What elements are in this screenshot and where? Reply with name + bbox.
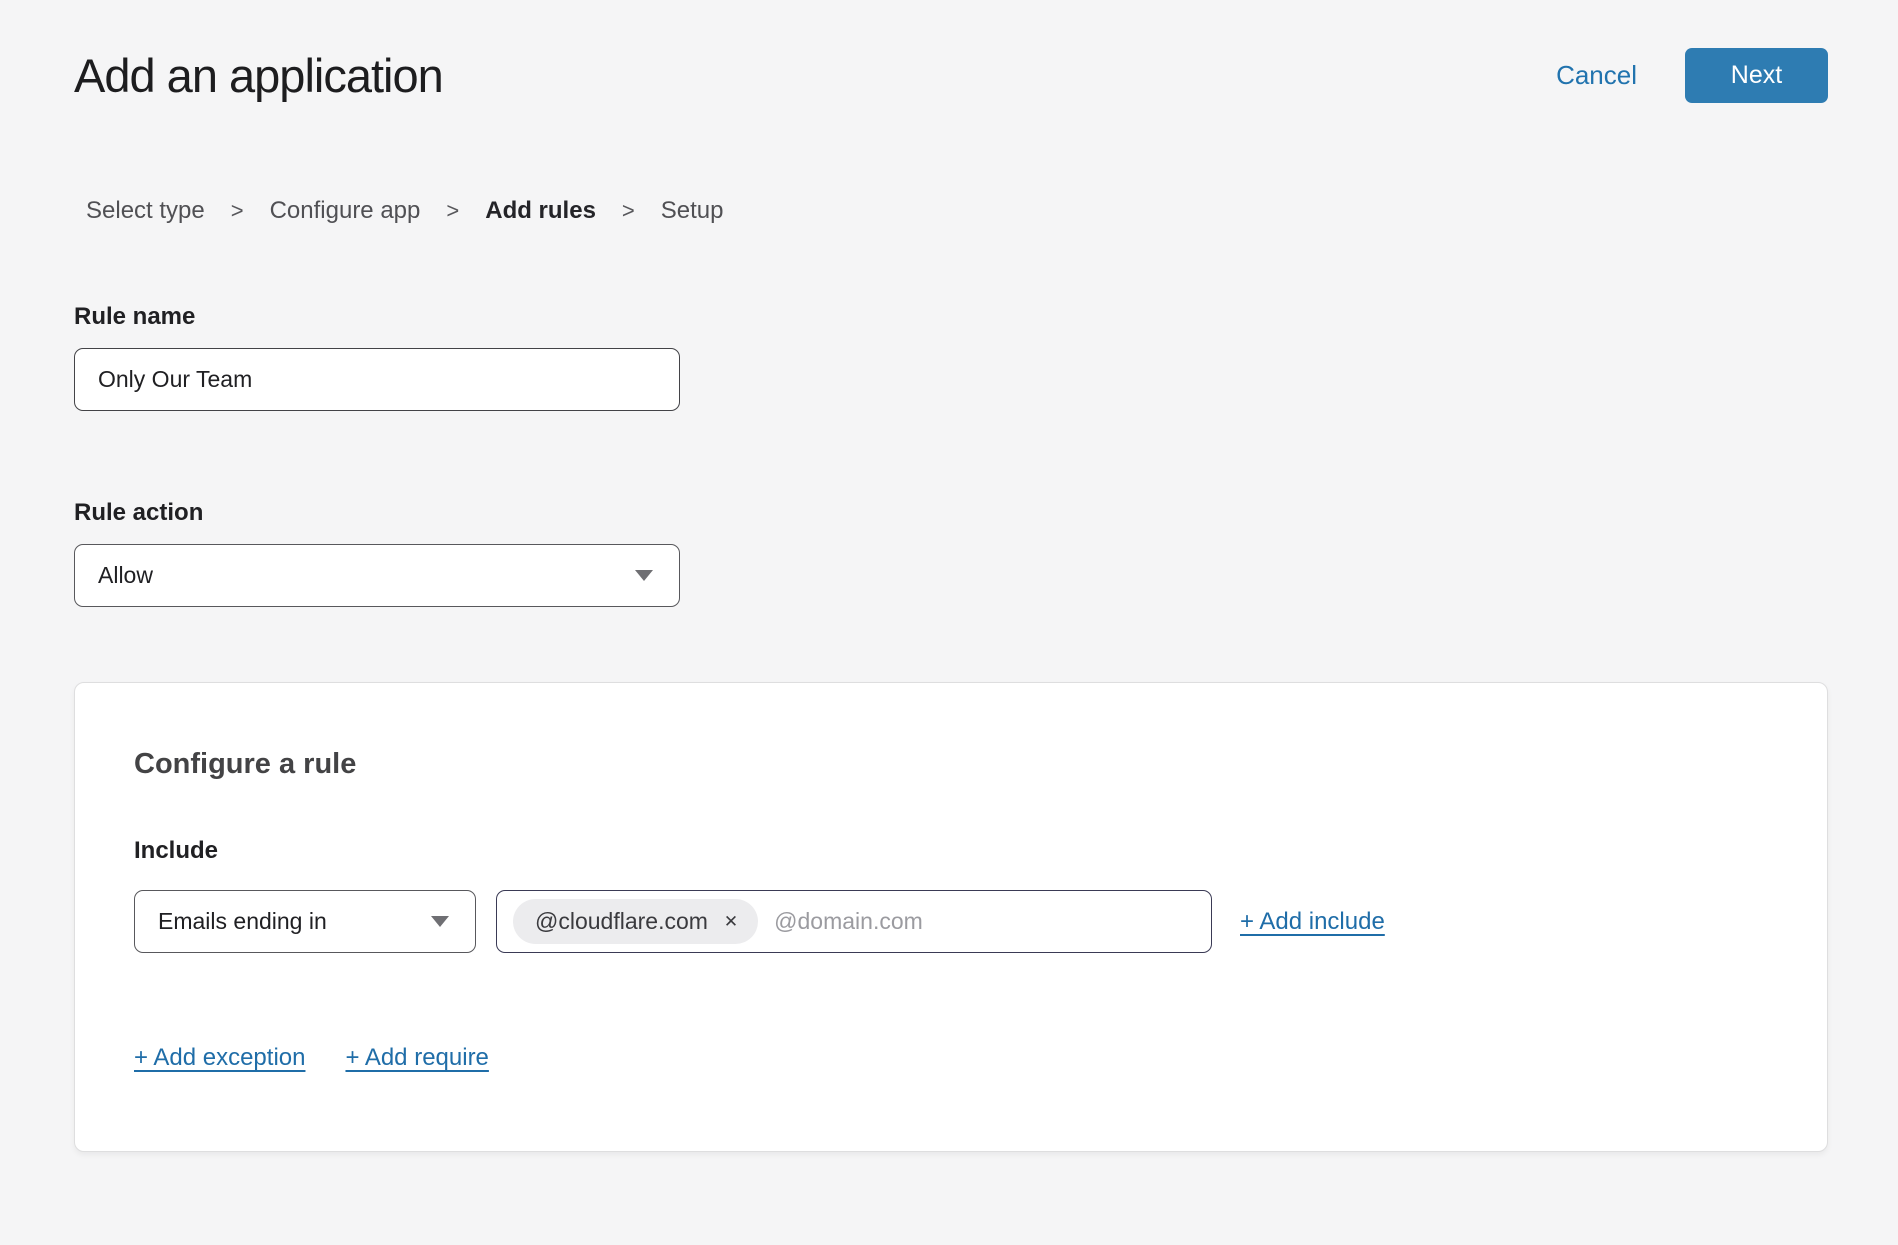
add-require-link[interactable]: + Add require (345, 1043, 488, 1073)
breadcrumb-step-add-rules[interactable]: Add rules (485, 197, 596, 225)
rule-action-label: Rule action (74, 499, 1828, 527)
card-title: Configure a rule (134, 746, 1767, 782)
next-button[interactable]: Next (1685, 48, 1828, 103)
add-include-link[interactable]: + Add include (1240, 908, 1385, 936)
chevron-down-icon (635, 570, 653, 581)
domain-input[interactable] (774, 908, 1193, 935)
page-header: Add an application Cancel Next (74, 45, 1828, 105)
breadcrumb-separator: > (446, 197, 459, 225)
include-label: Include (134, 837, 1767, 865)
rule-extra-actions: + Add exception + Add require (134, 1043, 1767, 1073)
close-icon[interactable]: ✕ (724, 913, 738, 930)
include-value-input-container[interactable]: @cloudflare.com ✕ (496, 890, 1212, 953)
rule-name-label: Rule name (74, 303, 1828, 331)
cancel-button[interactable]: Cancel (1556, 60, 1637, 91)
breadcrumb: Select type > Configure app > Add rules … (86, 197, 1828, 225)
breadcrumb-step-configure-app[interactable]: Configure app (270, 197, 421, 225)
email-domain-chip: @cloudflare.com ✕ (513, 899, 758, 944)
include-selector-value: Emails ending in (158, 908, 327, 935)
add-exception-link[interactable]: + Add exception (134, 1043, 305, 1073)
breadcrumb-separator: > (231, 197, 244, 225)
rule-name-input[interactable] (74, 348, 680, 411)
breadcrumb-separator: > (622, 197, 635, 225)
configure-rule-card: Configure a rule Include Emails ending i… (74, 682, 1828, 1152)
breadcrumb-step-setup[interactable]: Setup (661, 197, 724, 225)
chevron-down-icon (431, 916, 449, 927)
email-domain-chip-label: @cloudflare.com (535, 908, 708, 935)
page-title: Add an application (74, 48, 443, 103)
header-actions: Cancel Next (1556, 48, 1828, 103)
rule-action-select[interactable]: Allow (74, 544, 680, 607)
rule-name-field: Rule name (74, 303, 1828, 411)
add-application-page: Add an application Cancel Next Select ty… (0, 45, 1898, 1245)
breadcrumb-step-select-type[interactable]: Select type (86, 197, 205, 225)
include-selector-select[interactable]: Emails ending in (134, 890, 476, 953)
include-rule-row: Emails ending in @cloudflare.com ✕ + Add… (134, 890, 1767, 953)
rule-action-field: Rule action Allow (74, 499, 1828, 607)
rule-action-selected-value: Allow (98, 562, 153, 589)
